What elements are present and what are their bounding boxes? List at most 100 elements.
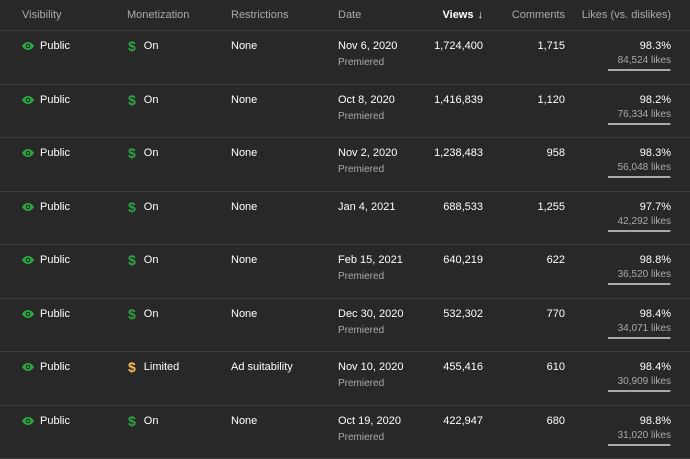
visibility-cell[interactable]: Public [22, 361, 70, 373]
likes-count: 84,524 likes [601, 55, 671, 66]
premiered-label: Premiered [338, 271, 403, 282]
views-value: 422,947 [443, 415, 483, 427]
likes-ratio-bar [608, 230, 671, 232]
views-value: 1,238,483 [434, 147, 483, 159]
monetization-label: On [144, 201, 159, 213]
comments-cell: 1,715 [537, 40, 565, 52]
table-row[interactable]: Public$OnNoneNov 6, 2020Premiered1,724,4… [0, 31, 690, 85]
premiered-label: Premiered [338, 111, 395, 122]
column-header-visibility[interactable]: Visibility [22, 9, 62, 21]
likes-percent: 98.4% [601, 361, 671, 373]
visibility-cell[interactable]: Public [22, 415, 70, 427]
likes-percent: 98.8% [601, 254, 671, 266]
monetization-cell[interactable]: $On [128, 201, 158, 213]
eye-icon [22, 42, 34, 50]
comments-cell: 770 [547, 308, 565, 320]
likes-percent: 98.3% [601, 147, 671, 159]
visibility-cell[interactable]: Public [22, 94, 70, 106]
visibility-label: Public [40, 308, 70, 320]
likes-count: 30,909 likes [601, 376, 671, 387]
restrictions-label: None [231, 415, 257, 427]
table-row[interactable]: Public$OnNoneFeb 15, 2021Premiered640,21… [0, 245, 690, 299]
column-header-monetization[interactable]: Monetization [127, 9, 189, 21]
dollar-icon: $ [128, 415, 136, 427]
likes-cell: 97.7%42,292 likes [601, 201, 671, 227]
monetization-cell[interactable]: $ On [128, 147, 158, 159]
views-value: 688,533 [443, 201, 483, 213]
monetization-label: On [144, 40, 159, 52]
table-row[interactable]: Public $Limited Ad suitability Nov 10, 2020… [0, 352, 690, 406]
restrictions-label: None [231, 40, 257, 52]
premiered-label: Premiered [338, 325, 403, 336]
likes-cell: 98.4% 30,909 likes [601, 361, 671, 387]
premiered-label: Premiered [338, 164, 397, 175]
visibility-cell[interactable]: Public [22, 40, 70, 52]
likes-ratio-bar [608, 176, 671, 178]
monetization-cell[interactable]: $On [128, 254, 158, 266]
likes-cell: 98.8%36,520 likes [601, 254, 671, 280]
comments-cell: 610 [547, 361, 565, 373]
comments-value: 958 [547, 147, 565, 159]
likes-percent: 98.8% [601, 415, 671, 427]
restrictions-label: None [231, 201, 257, 213]
date-label: Nov 2, 2020 [338, 147, 397, 159]
monetization-label: On [144, 147, 159, 159]
visibility-label: Public [40, 201, 70, 213]
table-row[interactable]: Public $ On None Nov 2, 2020 Premiered 1,238,4… [0, 138, 690, 192]
comments-value: 622 [547, 254, 565, 266]
column-header-date[interactable]: Date [338, 9, 361, 21]
comments-cell: 680 [547, 415, 565, 427]
visibility-label: Public [40, 361, 70, 373]
eye-icon [22, 310, 34, 318]
column-header-likes[interactable]: Likes (vs. dislikes) [582, 9, 671, 21]
table-row[interactable]: Public $ On None Oct 19, 2020 Premiered 422,94… [0, 406, 690, 459]
date-label: Oct 19, 2020 [338, 415, 401, 427]
visibility-cell[interactable]: Public [22, 147, 70, 159]
monetization-label: On [144, 254, 159, 266]
likes-cell: 98.8%31,020 likes [601, 415, 671, 441]
premiered-label: Premiered [338, 432, 401, 443]
monetization-label: On [144, 415, 159, 427]
monetization-cell[interactable]: $On [128, 94, 158, 106]
column-header-views[interactable]: Views↓ [443, 9, 484, 21]
restrictions-cell: Ad suitability [231, 361, 293, 373]
date-cell: Nov 10, 2020Premiered [338, 361, 403, 389]
comments-value: 610 [547, 361, 565, 373]
visibility-cell[interactable]: Public [22, 201, 70, 213]
arrow-down-icon[interactable]: ↓ [478, 9, 484, 21]
likes-ratio-bar-fill [608, 283, 670, 285]
restrictions-label: None [231, 147, 257, 159]
views-value: 640,219 [443, 254, 483, 266]
dollar-icon: $ [128, 147, 136, 159]
monetization-cell[interactable]: $ On [128, 415, 158, 427]
date-cell: Nov 6, 2020Premiered [338, 40, 397, 68]
likes-ratio-bar [608, 390, 671, 392]
monetization-cell[interactable]: $Limited [128, 361, 179, 373]
table-row[interactable]: Public$OnNoneDec 30, 2020Premiered532,30… [0, 299, 690, 353]
dollar-icon: $ [128, 40, 136, 52]
likes-count: 42,292 likes [601, 216, 671, 227]
restrictions-cell: None [231, 94, 257, 106]
views-cell: 640,219 [443, 254, 483, 266]
visibility-label: Public [40, 415, 70, 427]
video-table-body: Public$OnNoneNov 6, 2020Premiered1,724,4… [0, 31, 690, 459]
eye-icon [22, 417, 34, 425]
visibility-label: Public [40, 40, 70, 52]
visibility-cell[interactable]: Public [22, 254, 70, 266]
date-cell: Jan 4, 2021 [338, 201, 396, 218]
eye-icon [22, 363, 34, 371]
restrictions-cell: None [231, 308, 257, 320]
visibility-cell[interactable]: Public [22, 308, 70, 320]
restrictions-label: Ad suitability [231, 361, 293, 373]
likes-count: 76,334 likes [601, 109, 671, 120]
monetization-cell[interactable]: $ On [128, 40, 158, 52]
date-cell: Dec 30, 2020Premiered [338, 308, 403, 336]
table-row[interactable]: Public$OnNoneJan 4, 2021688,5331,25597.7… [0, 192, 690, 246]
dollar-icon: $ [128, 361, 136, 373]
column-header-restrictions[interactable]: Restrictions [231, 9, 288, 21]
likes-ratio-bar-fill [608, 176, 670, 178]
column-header-comments[interactable]: Comments [512, 9, 565, 21]
table-row[interactable]: Public$OnNoneOct 8, 2020Premiered1,416,8… [0, 85, 690, 139]
views-cell: 688,533 [443, 201, 483, 213]
monetization-cell[interactable]: $On [128, 308, 158, 320]
